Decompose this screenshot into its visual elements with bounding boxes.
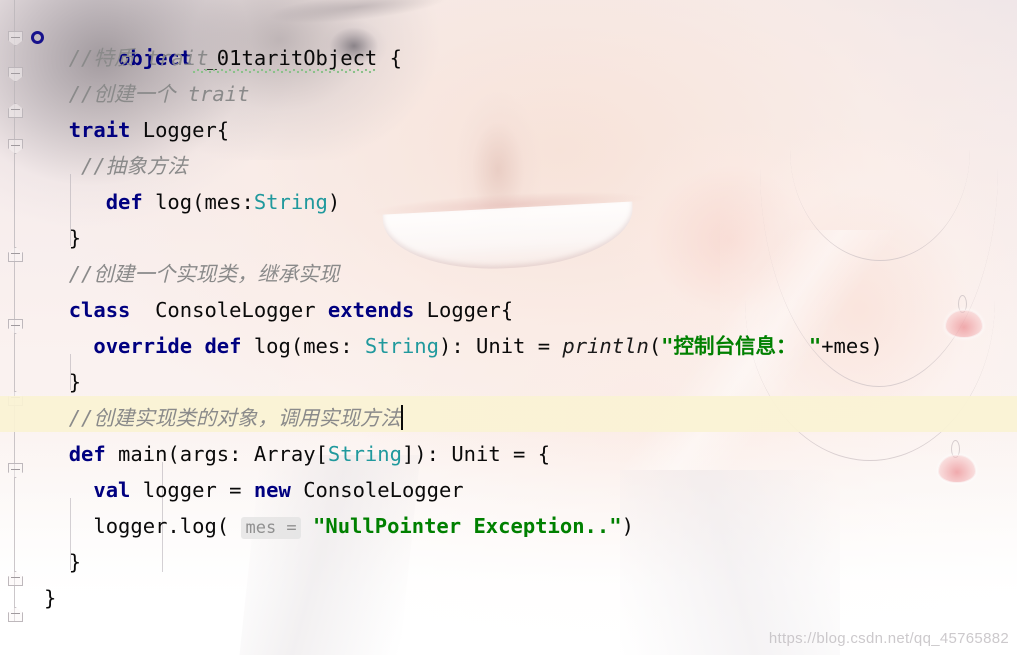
type-string: String [327, 442, 402, 466]
method-call: logger.log( [93, 514, 242, 538]
keyword-def: def [204, 334, 242, 358]
code-line[interactable]: } [0, 540, 1017, 576]
class-name: ConsoleLogger [130, 298, 328, 322]
brace-close: } [68, 226, 82, 250]
code-line[interactable]: } [0, 360, 1017, 396]
code-line[interactable]: trait Logger{ [0, 108, 1017, 144]
brace-close: } [68, 550, 82, 574]
code-line[interactable]: } [0, 576, 1017, 612]
keyword-def: def [68, 442, 106, 466]
method-signature: log(mes: [241, 334, 365, 358]
code-line[interactable]: //特质 trait [0, 36, 1017, 72]
paren-close: ) [327, 190, 341, 214]
method-signature: log(mes: [142, 190, 254, 214]
function-println: println [562, 334, 649, 358]
concat-expression: +mes) [821, 334, 883, 358]
code-line[interactable]: def log(mes:String) [0, 180, 1017, 216]
paren-open: ( [648, 334, 662, 358]
comment-text: //创建实现类的对象，调用实现方法 [68, 406, 401, 430]
comment-text: //创建一个实现类，继承实现 [68, 262, 340, 286]
text-caret [400, 405, 403, 430]
variable-assignment: logger = [130, 478, 254, 502]
type-string: String [364, 334, 439, 358]
code-line[interactable]: val logger = new ConsoleLogger [0, 468, 1017, 504]
brace-close: } [68, 370, 82, 394]
code-line[interactable]: object _01taritObject { [0, 0, 1017, 70]
keyword-extends: extends [327, 298, 415, 322]
superclass-name: Logger{ [414, 298, 514, 322]
method-signature: main(args: Array[ [105, 442, 328, 466]
keyword-class: class [68, 298, 131, 322]
trait-name: Logger{ [130, 118, 230, 142]
comment-text: //特质 trait [68, 46, 209, 70]
return-type: ]): Unit = { [401, 442, 551, 466]
code-line[interactable]: def main(args: Array[String]): Unit = { [0, 432, 1017, 468]
parameter-name-hint[interactable]: mes = [241, 517, 301, 539]
code-line[interactable]: //创建一个 trait [0, 72, 1017, 108]
code-line[interactable]: logger.log( mes = "NullPointer Exception… [0, 504, 1017, 540]
brace-close: } [44, 586, 57, 610]
code-line[interactable]: //抽象方法 [0, 144, 1017, 180]
return-type: ): Unit = [438, 334, 563, 358]
comment-text: //抽象方法 [81, 154, 188, 178]
string-literal: "NullPointer Exception.." [313, 514, 622, 538]
code-editor[interactable]: object _01taritObject { //特质 trait //创建一… [0, 0, 1017, 655]
paren-close: ) [621, 514, 634, 538]
keyword-new: new [253, 478, 291, 502]
code-line-current[interactable]: //创建实现类的对象，调用实现方法 [0, 396, 1017, 432]
code-line[interactable]: override def log(mes: String): Unit = pr… [0, 324, 1017, 360]
code-line[interactable]: } [0, 216, 1017, 252]
keyword-trait: trait [68, 118, 131, 142]
string-literal: "控制台信息： " [661, 334, 822, 358]
code-content[interactable]: object _01taritObject { //特质 trait //创建一… [0, 0, 1017, 655]
type-string: String [253, 190, 328, 214]
comment-text: //创建一个 trait [68, 82, 250, 106]
code-line[interactable]: class ConsoleLogger extends Logger{ [0, 288, 1017, 324]
code-line[interactable]: //创建一个实现类，继承实现 [0, 252, 1017, 288]
keyword-val: val [93, 478, 131, 502]
instantiated-class: ConsoleLogger [290, 478, 464, 502]
keyword-def: def [105, 190, 143, 214]
keyword-override: override [93, 334, 193, 358]
